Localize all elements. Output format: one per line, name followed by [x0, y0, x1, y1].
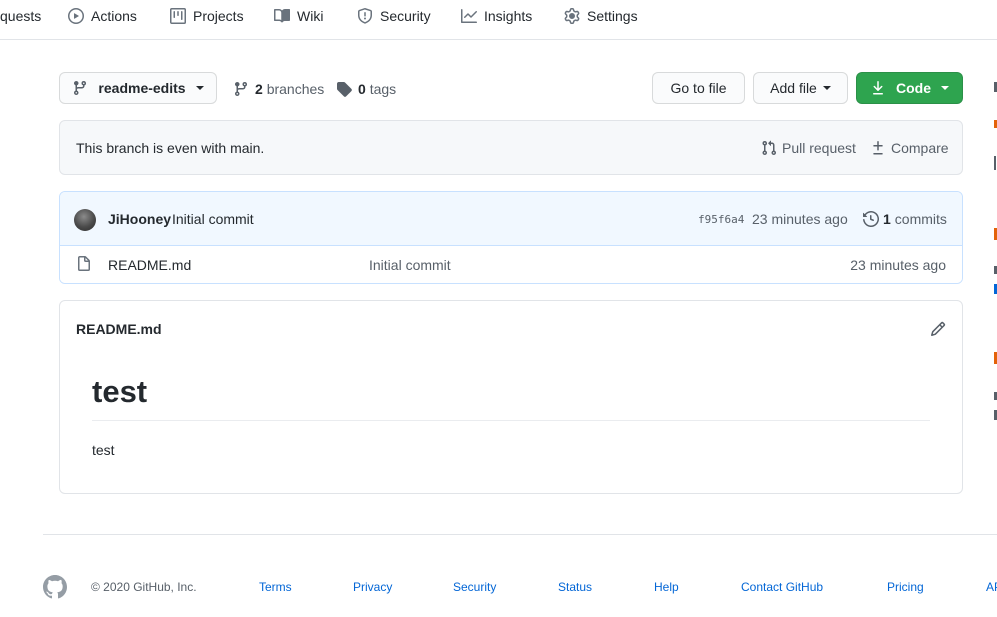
branch-name: readme-edits — [98, 80, 186, 96]
tags-label: tags — [369, 81, 397, 97]
project-icon — [170, 8, 186, 24]
nav-wiki[interactable]: Wiki — [274, 6, 323, 26]
compare-link[interactable]: Compare — [870, 140, 949, 156]
file-name[interactable]: README.md — [108, 257, 191, 273]
commit-time: 23 minutes ago — [752, 211, 848, 227]
tag-icon — [336, 81, 352, 97]
git-branch-icon — [233, 81, 249, 97]
readme-body: test — [92, 442, 115, 458]
readme-box: README.md test test — [59, 300, 963, 494]
chevron-down-icon — [822, 86, 831, 90]
chevron-down-icon — [195, 86, 204, 90]
pencil-icon[interactable] — [930, 321, 946, 337]
chevron-down-icon — [941, 86, 949, 90]
footer-link-status[interactable]: Status — [558, 580, 592, 594]
footer-link-privacy[interactable]: Privacy — [353, 580, 392, 594]
commit-author[interactable]: JiHooney — [108, 211, 171, 227]
nav-label-wiki: Wiki — [297, 8, 324, 24]
shield-icon — [357, 8, 373, 24]
file-commit-time: 23 minutes ago — [850, 257, 946, 273]
nav-pull-requests[interactable]: quests — [0, 6, 41, 26]
code-button[interactable]: Code — [856, 72, 963, 104]
branch-status-text: This branch is even with main. — [76, 140, 265, 156]
pull-request-link[interactable]: Pull request — [761, 140, 856, 156]
footer-link-security[interactable]: Security — [453, 580, 496, 594]
branch-select-button[interactable]: readme-edits — [59, 72, 217, 104]
diff-icon — [870, 140, 886, 156]
latest-commit-bar: JiHooney Initial commit f95f6a4 23 minut… — [60, 192, 962, 246]
branches-label: branches — [266, 81, 325, 97]
add-file-button[interactable]: Add file — [753, 72, 848, 104]
footer-link-help[interactable]: Help — [654, 580, 679, 594]
nav-label-security: Security — [380, 8, 431, 24]
go-to-file-label: Go to file — [670, 80, 727, 96]
nav-security[interactable]: Security — [357, 6, 431, 26]
nav-settings[interactable]: Settings — [564, 6, 638, 26]
git-branch-icon — [72, 80, 88, 96]
branches-link[interactable]: 2 branches — [233, 80, 324, 98]
table-row[interactable]: README.md Initial commit 23 minutes ago — [60, 246, 962, 283]
nav-projects[interactable]: Projects — [170, 6, 244, 26]
file-table: JiHooney Initial commit f95f6a4 23 minut… — [59, 191, 963, 284]
nav-label-insights: Insights — [484, 8, 533, 24]
nav-label-actions: Actions — [91, 8, 137, 24]
download-icon — [870, 80, 886, 96]
branches-count: 2 — [255, 81, 263, 97]
footer-copyright: © 2020 GitHub, Inc. — [91, 580, 197, 594]
code-label: Code — [896, 80, 931, 96]
nav-insights[interactable]: Insights — [461, 6, 532, 26]
add-file-label: Add file — [770, 80, 817, 96]
branch-status-box: This branch is even with main. Pull requ… — [59, 120, 963, 175]
graph-icon — [461, 8, 477, 24]
play-icon — [68, 8, 84, 24]
commit-message[interactable]: Initial commit — [172, 211, 254, 227]
footer-divider — [43, 534, 997, 535]
commits-link[interactable]: 1 commits — [863, 211, 947, 227]
nav-label-projects: Projects — [193, 8, 244, 24]
compare-label: Compare — [891, 140, 949, 156]
go-to-file-button[interactable]: Go to file — [652, 72, 745, 104]
avatar[interactable] — [74, 209, 96, 231]
divider — [92, 420, 930, 421]
book-icon — [274, 8, 290, 24]
readme-title[interactable]: README.md — [76, 321, 162, 337]
nav-label-pull-requests: quests — [0, 8, 42, 24]
footer-link-terms[interactable]: Terms — [259, 580, 292, 594]
tags-link[interactable]: 0 tags — [336, 80, 396, 98]
readme-heading: test — [92, 374, 148, 409]
github-logo-icon[interactable] — [43, 575, 67, 599]
gear-icon — [564, 8, 580, 24]
footer-link-contact[interactable]: Contact GitHub — [741, 580, 823, 594]
commits-label: commits — [894, 211, 947, 227]
commit-sha[interactable]: f95f6a4 — [698, 213, 744, 226]
footer-link-api[interactable]: AP — [986, 580, 997, 594]
footer-link-pricing[interactable]: Pricing — [887, 580, 924, 594]
pull-request-icon — [761, 140, 777, 156]
history-icon — [863, 211, 879, 227]
tags-count: 0 — [358, 81, 366, 97]
nav-actions[interactable]: Actions — [68, 6, 137, 26]
nav-label-settings: Settings — [587, 8, 638, 24]
file-icon — [76, 256, 92, 272]
repo-navigation: quests Actions Projects Wiki Security In… — [0, 0, 997, 40]
commits-count: 1 — [883, 211, 891, 227]
pull-request-label: Pull request — [782, 140, 856, 156]
file-commit-message[interactable]: Initial commit — [369, 257, 451, 273]
